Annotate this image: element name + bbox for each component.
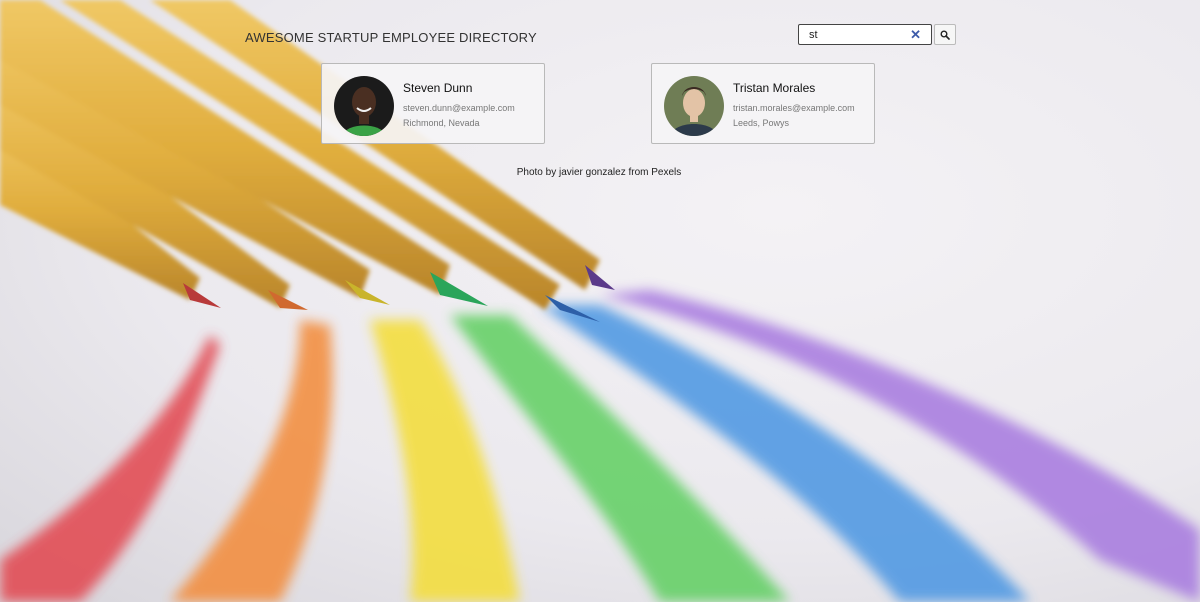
- employee-card[interactable]: Steven Dunn steven.dunn@example.com Rich…: [321, 63, 545, 144]
- avatar: [334, 76, 394, 136]
- employee-location: Richmond, Nevada: [403, 118, 480, 128]
- search-bar: ✕: [798, 24, 956, 45]
- photo-credit: Photo by javier gonzalez from Pexels: [516, 167, 682, 178]
- search-input[interactable]: [799, 25, 905, 44]
- employee-name: Tristan Morales: [733, 81, 816, 95]
- search-field-container: ✕: [798, 24, 932, 45]
- page-title: AWESOME STARTUP EMPLOYEE DIRECTORY: [245, 30, 537, 45]
- employee-email: steven.dunn@example.com: [403, 103, 515, 113]
- employee-card[interactable]: Tristan Morales tristan.morales@example.…: [651, 63, 875, 144]
- close-icon[interactable]: ✕: [910, 27, 921, 42]
- employee-location: Leeds, Powys: [733, 118, 790, 128]
- search-icon: [940, 30, 950, 40]
- background-pencils-photo: [0, 0, 1200, 602]
- avatar: [664, 76, 724, 136]
- employee-email: tristan.morales@example.com: [733, 103, 855, 113]
- search-button[interactable]: [934, 24, 956, 45]
- employee-name: Steven Dunn: [403, 81, 473, 95]
